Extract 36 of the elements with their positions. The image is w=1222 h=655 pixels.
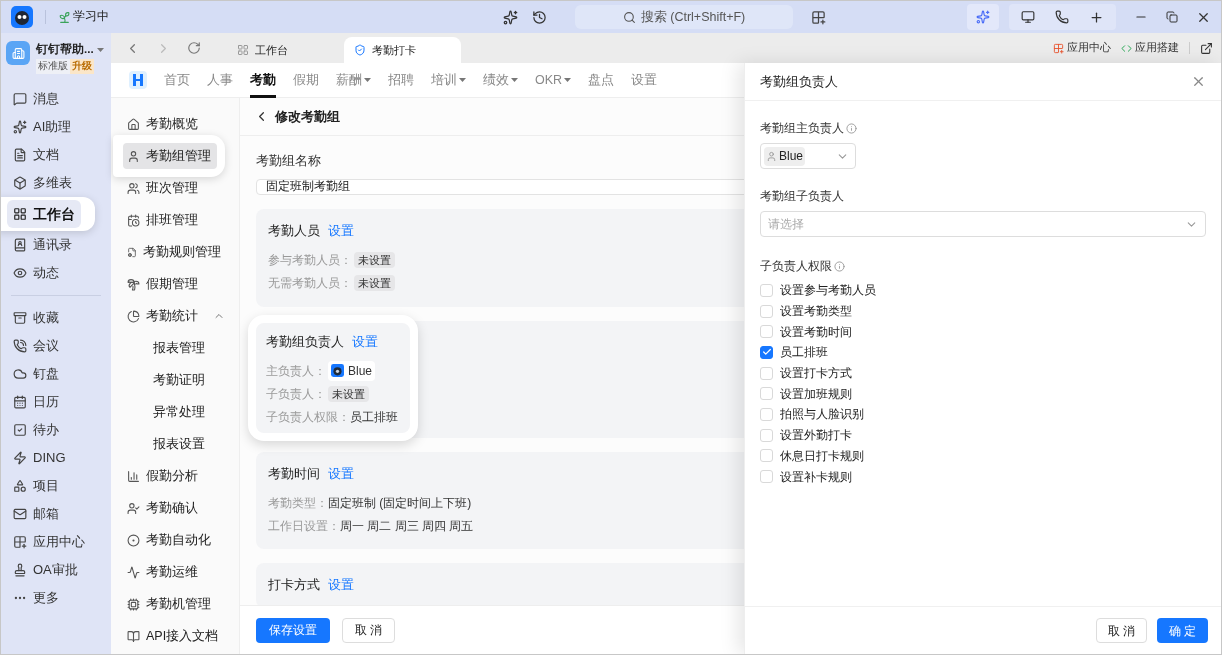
edition-label: 标准版 — [36, 59, 70, 74]
checkbox-label: 休息日打卡规则 — [780, 447, 864, 465]
status-text: 学习中 — [73, 9, 109, 25]
field-value: 固定班制 (固定时间上下班) — [328, 494, 472, 512]
field-value: 周一 周二 周三 周四 周五 — [340, 517, 474, 535]
field-label: 子负责人权限 — [760, 258, 832, 275]
status-tag: 未设置 — [328, 385, 369, 402]
checkbox-label: 设置外勤打卡 — [780, 427, 852, 445]
checkbox-label: 设置加班规则 — [780, 385, 852, 403]
card-title: 考勤时间 — [268, 465, 320, 483]
field-label: 子负责人权限： — [266, 408, 350, 426]
status-tag: 未设置 — [354, 251, 395, 269]
checkbox-label: 设置参与考勤人员 — [780, 282, 876, 300]
field-label: 主负责人： — [266, 362, 326, 380]
card-title: 考勤人员 — [268, 222, 320, 240]
field-value: 员工排班 — [350, 408, 398, 426]
checkbox-label: 拍照与人脸识别 — [780, 406, 864, 424]
field-label: 考勤组名称 — [256, 153, 321, 170]
checkbox-label: 设置考勤时间 — [780, 323, 852, 341]
field-label: 参与考勤人员： — [268, 252, 352, 269]
field-label: 工作日设置： — [268, 517, 340, 535]
checkbox-label: 设置考勤类型 — [780, 303, 852, 321]
person-name: Blue — [348, 362, 373, 380]
field-label: 考勤组主负责人 — [760, 120, 844, 137]
card-title: 打卡方式 — [268, 577, 320, 595]
field-label: 子负责人： — [266, 385, 326, 403]
drawer-title: 考勤组负责人 — [760, 72, 838, 91]
checkbox-label: 员工排班 — [780, 344, 828, 362]
person-name: Blue — [779, 148, 804, 165]
field-label: 考勤类型： — [268, 494, 328, 512]
page-title: 修改考勤组 — [275, 107, 340, 126]
status-tag: 未设置 — [354, 274, 395, 292]
checkbox-label: 设置补卡规则 — [780, 468, 852, 486]
field-label: 无需考勤人员： — [268, 275, 352, 292]
checkbox-label: 设置打卡方式 — [780, 365, 852, 383]
card-title: 考勤组负责人 — [266, 333, 344, 351]
